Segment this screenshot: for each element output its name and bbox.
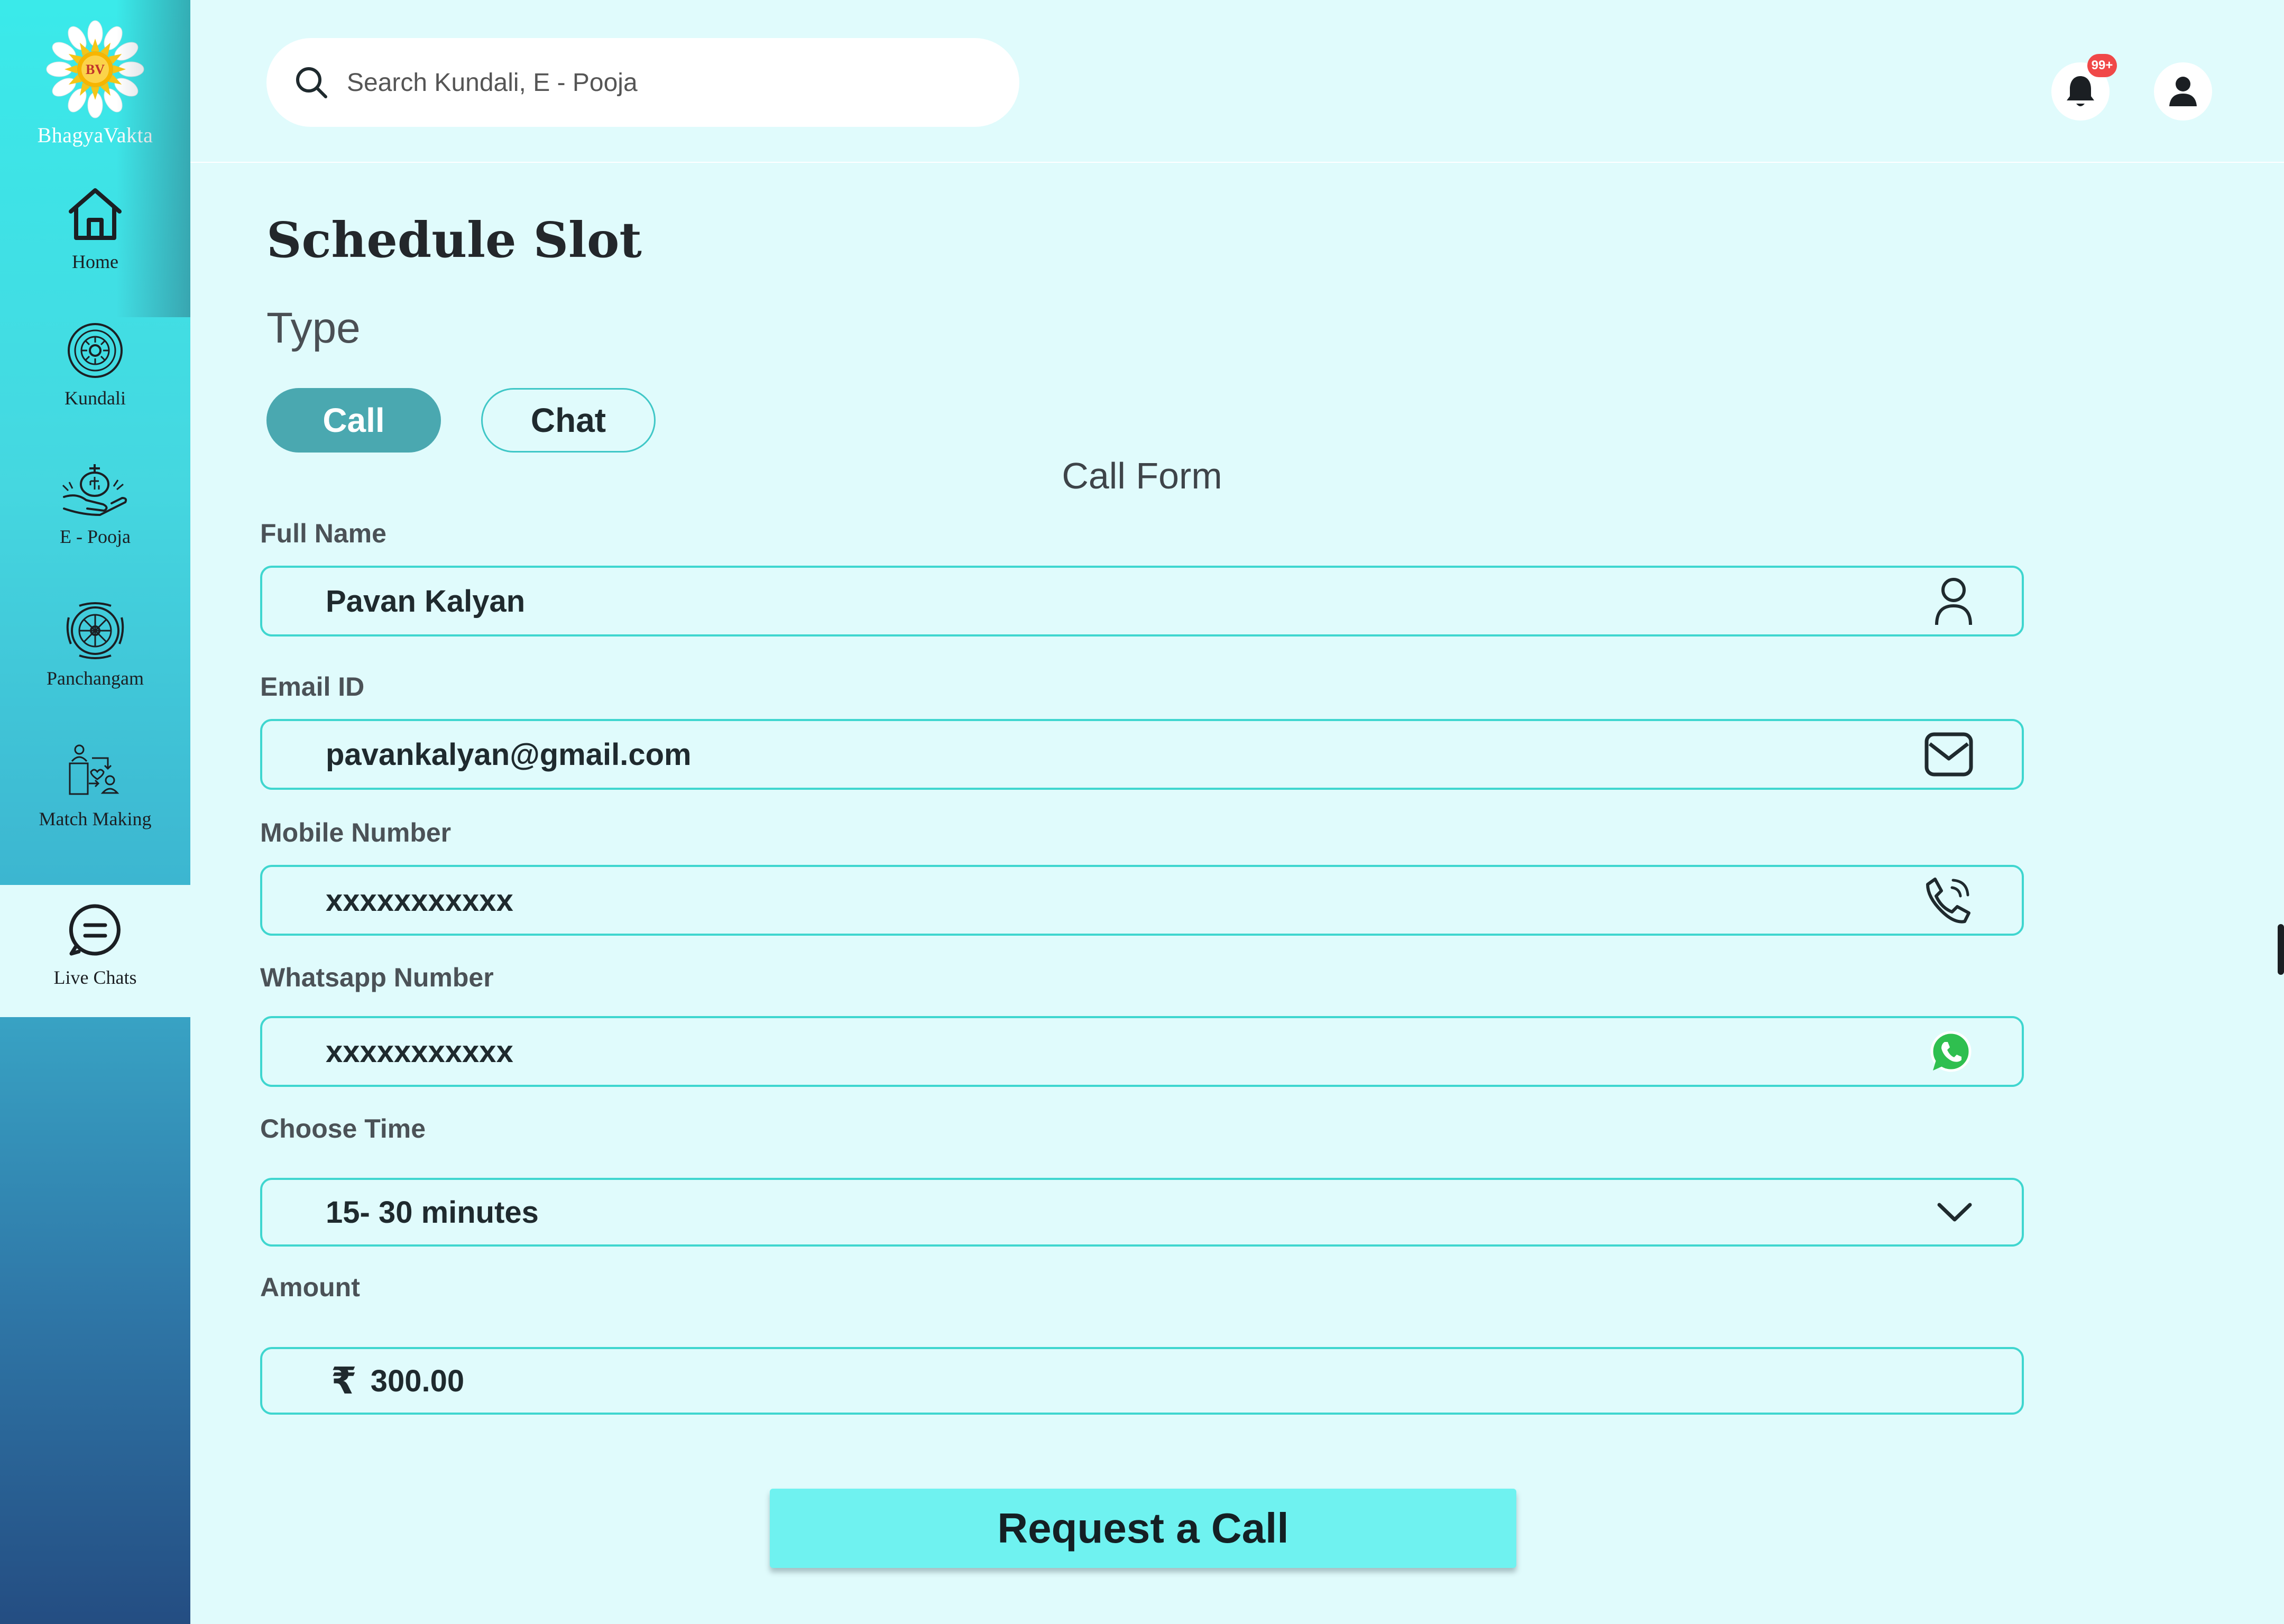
brand-name: BhagyaVakta bbox=[37, 123, 153, 147]
sidebar-item-panchangam[interactable]: Panchangam bbox=[0, 602, 190, 734]
sidebar-item-kundali[interactable]: Kundali bbox=[0, 321, 190, 454]
mobile-field[interactable]: xxxxxxxxxxx bbox=[260, 865, 2024, 936]
sidebar-item-e-pooja[interactable]: E - Pooja bbox=[0, 460, 190, 592]
mobile-value: xxxxxxxxxxx bbox=[326, 883, 513, 918]
active-indicator bbox=[2278, 924, 2284, 975]
full-name-label: Full Name bbox=[260, 519, 386, 548]
email-value: pavankalyan@gmail.com bbox=[326, 737, 692, 772]
page-title: Schedule Slot bbox=[266, 211, 642, 269]
time-label: Choose Time bbox=[260, 1114, 426, 1143]
request-call-button[interactable]: Request a Call bbox=[770, 1489, 1516, 1568]
chevron-down-icon[interactable] bbox=[1936, 1201, 1973, 1224]
mail-icon bbox=[1924, 732, 1973, 777]
match-making-icon bbox=[69, 744, 119, 795]
sidebar-item-label: Kundali bbox=[65, 387, 126, 409]
brand[interactable]: BV BhagyaVakta bbox=[0, 19, 190, 147]
profile-button[interactable] bbox=[2154, 62, 2212, 121]
sidebar: BV BhagyaVakta Home Kundali E - Pooja Pa… bbox=[0, 0, 190, 1624]
whatsapp-icon bbox=[1929, 1029, 1973, 1074]
whatsapp-field[interactable]: xxxxxxxxxxx bbox=[260, 1016, 2024, 1087]
phone-icon bbox=[1922, 875, 1973, 926]
whatsapp-value: xxxxxxxxxxx bbox=[326, 1034, 513, 1069]
search-input[interactable] bbox=[347, 68, 928, 97]
whatsapp-label: Whatsapp Number bbox=[260, 963, 494, 992]
time-select[interactable]: 15- 30 minutes bbox=[260, 1178, 2024, 1247]
header-divider bbox=[190, 162, 2284, 163]
home-icon bbox=[69, 188, 122, 240]
email-field[interactable]: pavankalyan@gmail.com bbox=[260, 719, 2024, 790]
chat-type-button[interactable]: Chat bbox=[481, 388, 656, 453]
sidebar-item-match-making[interactable]: Match Making bbox=[0, 742, 190, 874]
amount-value: 300.00 bbox=[370, 1363, 465, 1398]
sidebar-item-label: Live Chats bbox=[53, 967, 137, 988]
mobile-label: Mobile Number bbox=[260, 818, 452, 847]
amount-field: ₹ 300.00 bbox=[260, 1347, 2024, 1415]
call-type-button[interactable]: Call bbox=[266, 388, 441, 453]
search-bar[interactable] bbox=[266, 38, 1019, 127]
email-label: Email ID bbox=[260, 672, 365, 702]
notification-badge: 99+ bbox=[2087, 54, 2117, 77]
sidebar-item-label: Panchangam bbox=[47, 668, 144, 689]
full-name-value: Pavan Kalyan bbox=[326, 584, 526, 619]
pooja-icon bbox=[62, 464, 127, 516]
svg-text:BV: BV bbox=[86, 62, 105, 77]
kundali-icon bbox=[68, 323, 123, 378]
sidebar-item-label: E - Pooja bbox=[60, 526, 131, 547]
bhagyavakta-logo-icon: BV bbox=[46, 20, 144, 118]
full-name-field[interactable]: Pavan Kalyan bbox=[260, 566, 2024, 636]
user-icon bbox=[2169, 77, 2197, 106]
sidebar-item-label: Home bbox=[72, 251, 118, 272]
bell-icon bbox=[2067, 76, 2094, 106]
panchangam-icon bbox=[66, 602, 124, 659]
form-title: Call Form bbox=[1062, 455, 1222, 496]
sidebar-item-live-chats[interactable]: Live Chats bbox=[0, 885, 190, 1017]
amount-label: Amount bbox=[260, 1272, 360, 1302]
rupee-icon: ₹ bbox=[331, 1360, 357, 1401]
sidebar-item-home[interactable]: Home bbox=[0, 185, 190, 317]
search-icon bbox=[296, 67, 327, 98]
sidebar-item-label: Match Making bbox=[39, 808, 152, 829]
chat-icon bbox=[69, 904, 121, 956]
time-value: 15- 30 minutes bbox=[326, 1195, 539, 1230]
person-icon bbox=[1934, 576, 1973, 626]
type-label: Type bbox=[266, 304, 361, 352]
